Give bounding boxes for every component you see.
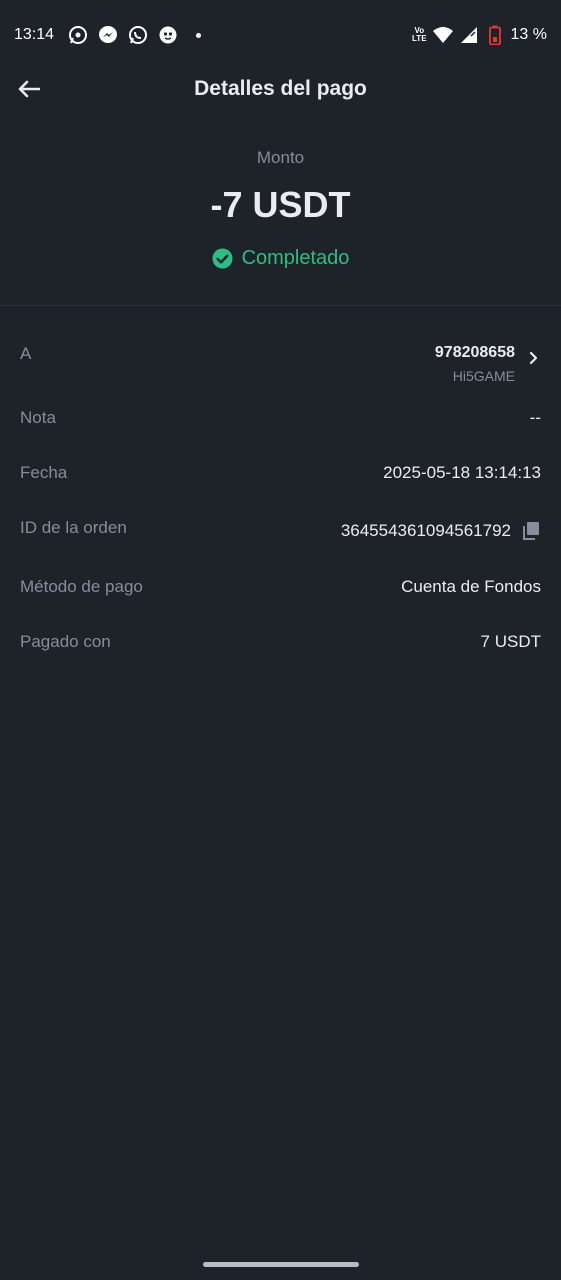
whatsapp-icon	[128, 25, 148, 45]
recipient-label: A	[20, 344, 32, 363]
header: Detalles del pago	[0, 66, 561, 112]
amount-value: -7 USDT	[210, 184, 351, 225]
app-notification-icon	[158, 25, 178, 45]
volte-icon: Vo LTE	[412, 27, 427, 43]
order-id-label: ID de la orden	[20, 518, 127, 537]
date-label: Fecha	[20, 463, 68, 482]
note-row: Nota --	[20, 408, 541, 428]
order-id-row: ID de la orden 364554361094561792	[20, 518, 541, 541]
order-id-group: 364554361094561792	[341, 521, 541, 541]
messenger-icon	[98, 25, 118, 45]
home-indicator[interactable]	[203, 1262, 359, 1267]
recipient-info[interactable]: 978208658 Hi5GAME	[435, 344, 541, 384]
date-row: Fecha 2025-05-18 13:14:13	[20, 463, 541, 483]
battery-percent: 13 %	[510, 26, 547, 43]
paid-with-label: Pagado con	[20, 632, 111, 651]
signal-icon	[459, 25, 479, 45]
payment-method-label: Método de pago	[20, 577, 143, 596]
chevron-right-icon[interactable]	[525, 350, 541, 366]
recipient-id: 978208658	[434, 344, 515, 361]
paid-with-row: Pagado con 7 USDT	[20, 632, 541, 652]
status-text: Completado	[241, 247, 350, 269]
date-value: 2025-05-18 13:14:13	[383, 463, 541, 482]
note-label: Nota	[20, 408, 56, 427]
status-right: Vo LTE 13 %	[412, 25, 547, 45]
recipient-name: Hi5GAME	[452, 368, 515, 384]
status-badge: Completado	[0, 247, 561, 270]
battery-low-icon	[485, 25, 505, 45]
copy-icon[interactable]	[521, 521, 541, 541]
status-left: 13:14	[14, 25, 202, 45]
amount-label: Monto	[256, 148, 305, 167]
note-value: --	[529, 408, 541, 427]
payment-method-row: Método de pago Cuenta de Fondos	[20, 577, 541, 597]
page-title: Detalles del pago	[194, 77, 367, 100]
wifi-icon	[432, 25, 453, 45]
paid-with-value: 7 USDT	[480, 632, 541, 651]
status-time: 13:14	[14, 26, 55, 43]
payment-method-value: Cuenta de Fondos	[401, 577, 541, 596]
arrow-left-icon	[18, 80, 40, 98]
recipient-row[interactable]: A 978208658 Hi5GAME	[20, 344, 541, 384]
volte-bottom: LTE	[412, 34, 427, 43]
status-bar: 13:14 Vo LTE 13 %	[0, 0, 561, 70]
order-id-value: 364554361094561792	[340, 521, 511, 540]
back-button[interactable]	[14, 74, 44, 104]
whatsapp-business-icon	[68, 25, 88, 45]
more-notifications-dot	[196, 32, 202, 38]
amount-section: Monto -7 USDT Completado	[0, 140, 561, 306]
check-circle-icon	[212, 248, 233, 269]
